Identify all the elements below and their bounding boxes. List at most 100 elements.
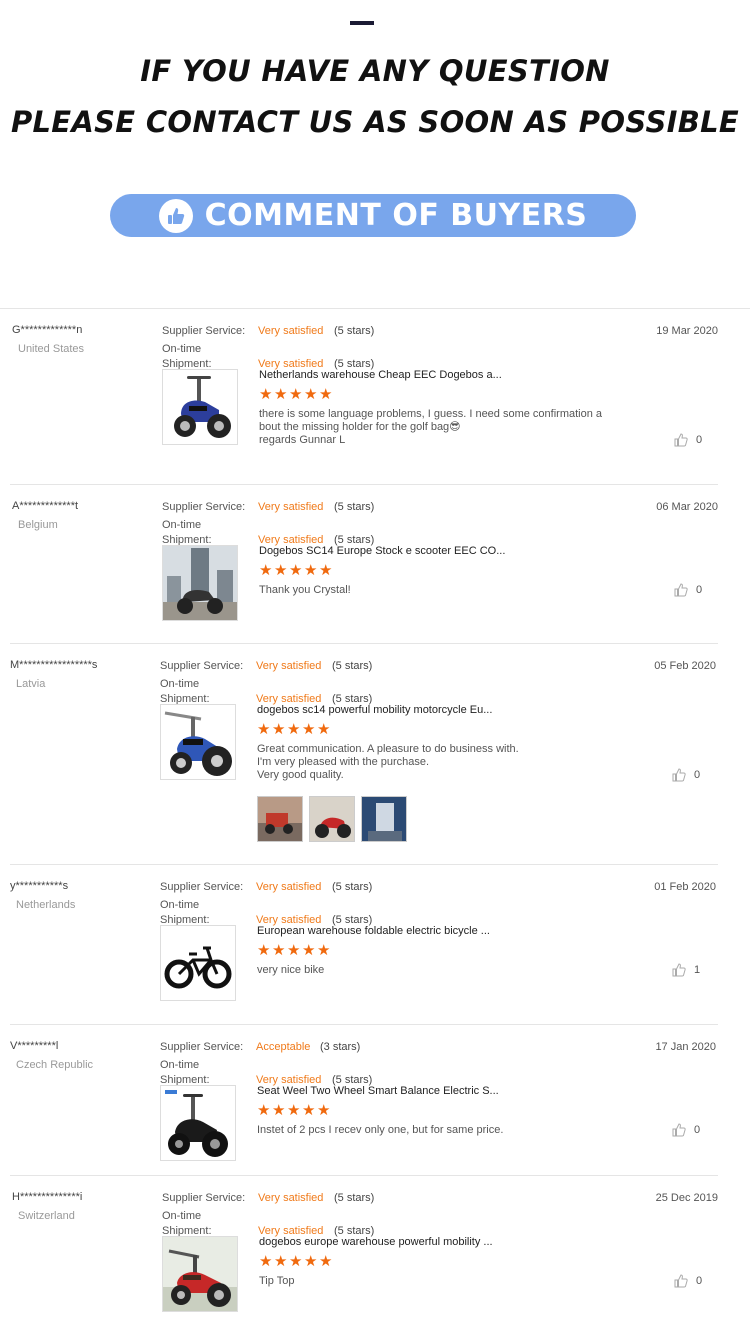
top-dash-divider [350,21,374,25]
like-count: 0 [696,434,703,446]
black-scooter-icon [165,1090,228,1157]
headline-line-2: PLEASE CONTACT US AS SOON AS POSSIBLE [10,105,740,139]
buyer-name: y***********s [10,880,69,892]
star-icon: ★ [257,721,271,738]
service-rating: Very satisfied [256,660,322,672]
like-count: 0 [694,769,701,781]
buyer-country: Switzerland [18,1210,75,1222]
product-title-link[interactable]: Dogebos SC14 Europe Stock e scooter EEC … [259,545,505,557]
star-icon: ★ [289,1253,303,1270]
product-image[interactable] [162,545,238,621]
star-icon: ★ [304,1253,318,1270]
star-rating: ★ ★ ★ ★ ★ [257,1102,331,1119]
ontime-label: On-time [162,519,202,531]
service-rating: Very satisfied [258,1192,324,1204]
star-icon: ★ [259,562,273,579]
service-stars: (5 stars) [334,325,375,337]
photo-icon [310,797,354,841]
like-icon [672,1123,686,1137]
supplier-service-label: Supplier Service: [160,1041,244,1053]
buyer-name: H**************i [12,1191,83,1203]
star-rating: ★ ★ ★ ★ ★ [257,721,331,738]
buyer-country: Czech Republic [16,1059,94,1071]
product-image[interactable] [160,1085,236,1161]
product-image[interactable] [160,925,236,1001]
star-icon: ★ [272,942,286,959]
ontime-label: On-time [160,1059,200,1071]
review-comment: Tip Top [259,1275,295,1287]
star-icon: ★ [317,942,331,959]
star-icon: ★ [289,386,303,403]
star-icon: ★ [319,386,333,403]
product-title-link[interactable]: European warehouse foldable electric bic… [257,925,490,937]
review-comment: very nice bike [257,964,325,976]
review-comment: Great communication. A pleasure to do bu… [257,743,519,781]
star-icon: ★ [302,1102,316,1119]
service-stars: (5 stars) [334,1192,375,1204]
review-date: 05 Feb 2020 [654,660,716,672]
buyer-country: Latvia [16,678,46,690]
blue-scooter-icon [174,376,231,438]
buyer-country: United States [18,343,85,355]
like-count: 0 [696,1275,703,1287]
photo-icon [362,797,406,841]
like-button[interactable]: 1 [672,963,700,977]
service-stars: (3 stars) [320,1041,361,1053]
review-comment: Instet of 2 pcs I recev only one, but fo… [257,1124,504,1136]
electric-bicycle-icon [164,946,232,989]
service-stars: (5 stars) [334,501,375,513]
star-icon: ★ [319,562,333,579]
buyer-name: G*************n [12,324,83,336]
photo-icon [258,797,302,841]
ontime-label: On-time [160,678,200,690]
reviews-divider [0,308,750,309]
like-icon [674,1274,688,1288]
like-count: 1 [694,964,701,976]
star-icon: ★ [287,1102,301,1119]
service-rating: Very satisfied [256,881,322,893]
supplier-service-label: Supplier Service: [160,881,244,893]
like-button[interactable]: 0 [674,583,702,597]
service-stars: (5 stars) [332,660,373,672]
review-photo-thumbnail[interactable] [361,796,407,842]
review-separator [10,484,718,485]
like-count: 0 [696,584,703,596]
buyer-country: Belgium [18,519,58,531]
buyer-name: A*************t [12,500,79,512]
service-rating: Acceptable [256,1041,311,1053]
review-date: 25 Dec 2019 [655,1192,718,1204]
star-rating: ★ ★ ★ ★ ★ [259,1253,333,1270]
star-icon: ★ [317,721,331,738]
like-button[interactable]: 0 [672,768,700,782]
service-rating: Very satisfied [258,325,324,337]
star-icon: ★ [259,1253,273,1270]
like-button[interactable]: 0 [674,1274,702,1288]
ontime-label: On-time [162,1210,202,1222]
like-count: 0 [694,1124,701,1136]
headline-line-1: IF YOU HAVE ANY QUESTION [140,54,610,88]
product-title-link[interactable]: Netherlands warehouse Cheap EEC Dogebos … [259,369,502,381]
product-image[interactable] [162,369,238,445]
product-title-link[interactable]: dogebos europe warehouse powerful mobili… [259,1236,493,1248]
star-icon: ★ [304,562,318,579]
product-title-link[interactable]: Seat Weel Two Wheel Smart Balance Electr… [257,1085,499,1097]
star-icon: ★ [272,1102,286,1119]
star-icon: ★ [302,942,316,959]
supplier-service-label: Supplier Service: [162,1192,246,1204]
buyer-name: V*********l [10,1040,59,1052]
review-separator [10,1175,718,1176]
product-title-link[interactable]: dogebos sc14 powerful mobility motorcycl… [257,704,492,716]
like-icon [672,768,686,782]
star-icon: ★ [319,1253,333,1270]
review-photo-thumbnail[interactable] [257,796,303,842]
like-button[interactable]: 0 [672,1123,700,1137]
like-button[interactable]: 0 [674,433,702,447]
thumbs-up-icon [158,198,193,233]
star-icon: ★ [274,386,288,403]
product-image[interactable] [162,1236,238,1312]
review-date: 19 Mar 2020 [656,325,718,337]
product-image[interactable] [160,704,236,780]
like-icon [672,963,686,977]
review-photo-thumbnail[interactable] [309,796,355,842]
review-separator [10,643,718,644]
